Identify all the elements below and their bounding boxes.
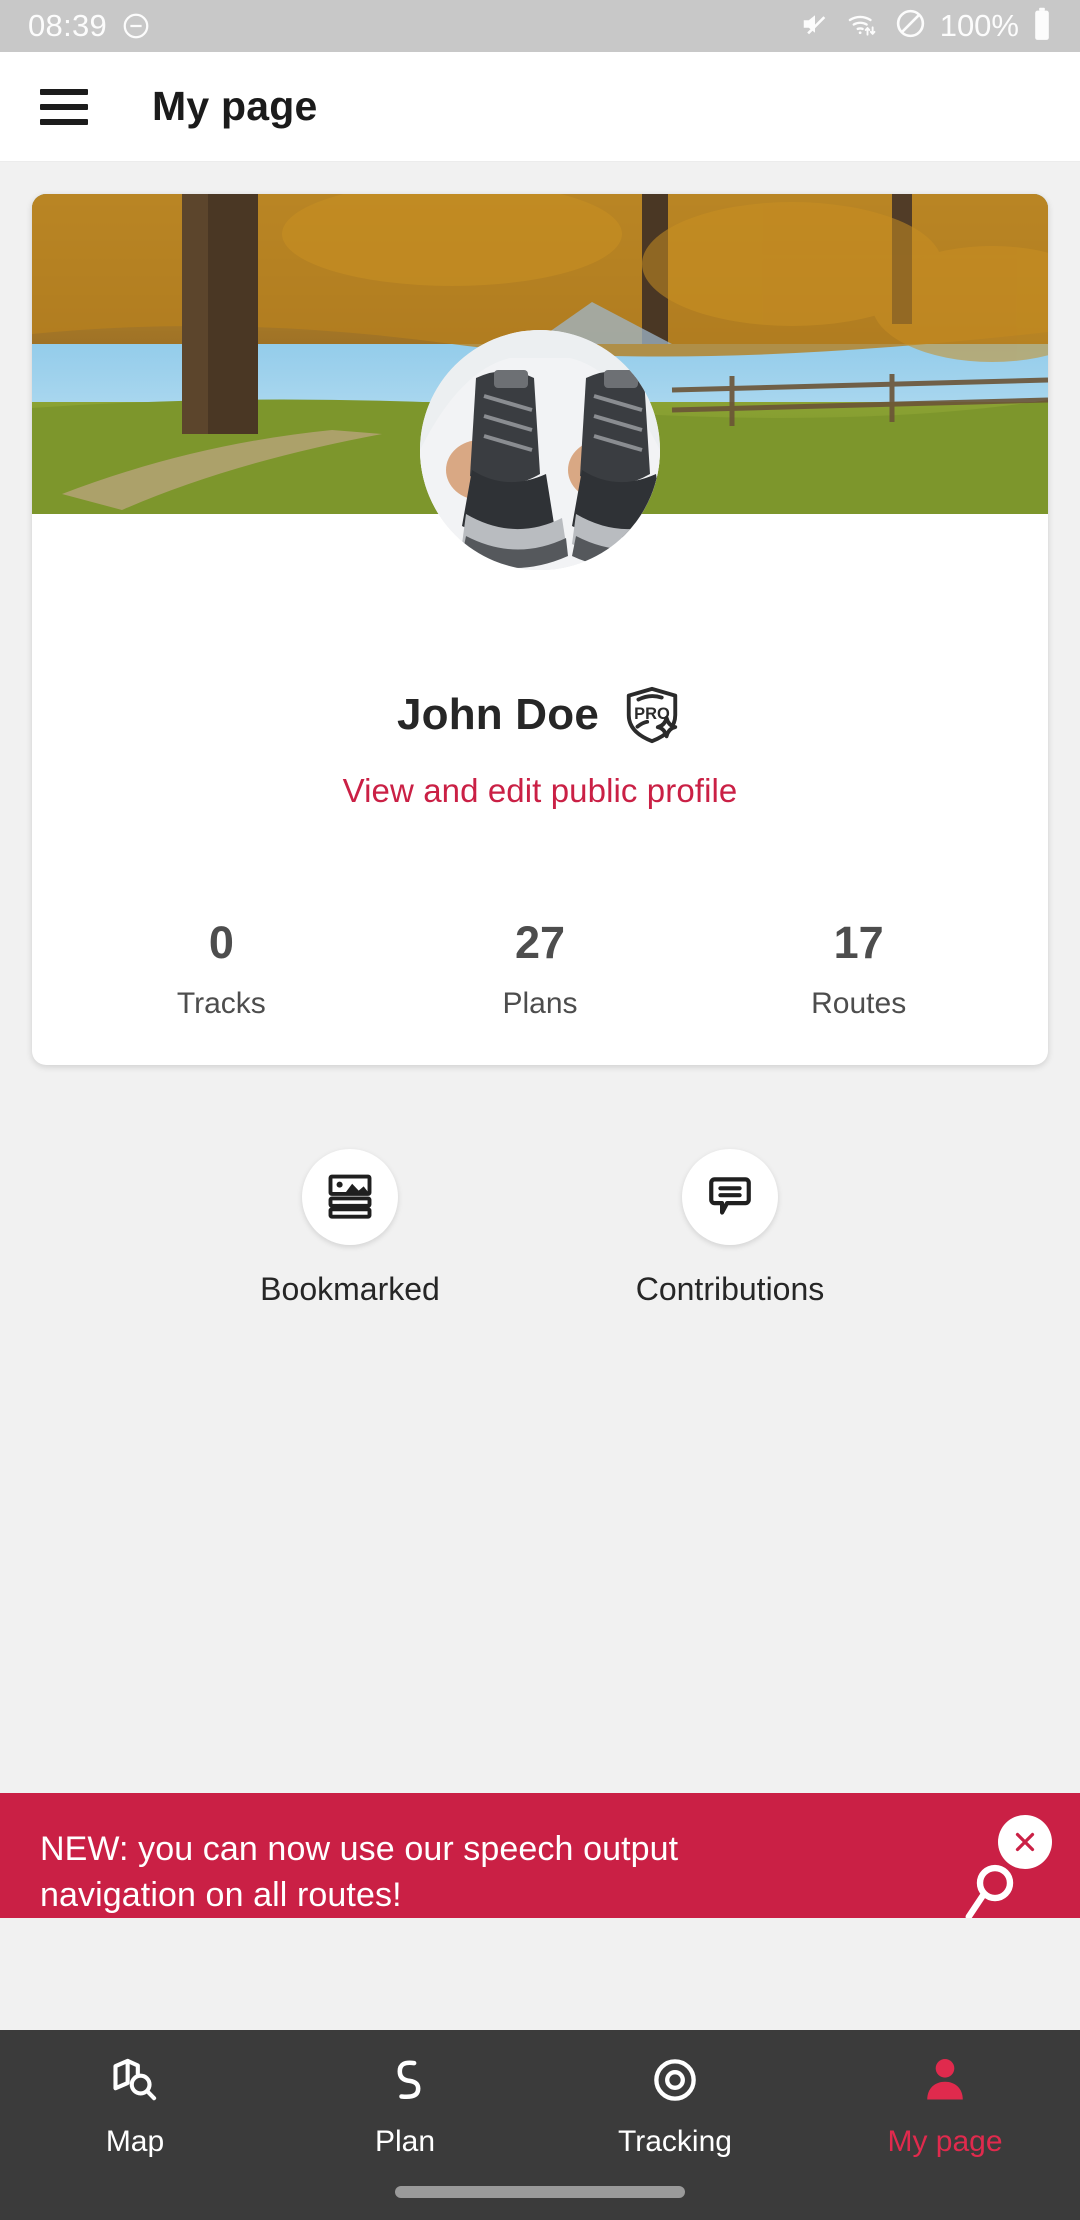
map-search-icon: [109, 2054, 161, 2111]
promo-banner[interactable]: NEW: you can now use our speech output n…: [0, 1793, 1080, 1918]
battery-percent: 100%: [939, 8, 1019, 43]
stat-label: Plans: [502, 987, 578, 1020]
bookmarked-list-icon: [324, 1169, 376, 1226]
stat-value: 17: [833, 917, 884, 968]
stat-label: Routes: [811, 987, 907, 1020]
stat-value: 0: [208, 917, 234, 968]
stat-label: Tracks: [176, 987, 266, 1020]
speaker-navigation-illustration: [950, 1853, 1040, 1918]
quick-action-label: Bookmarked: [260, 1271, 440, 1307]
battery-icon: [1032, 7, 1052, 46]
do-not-disturb-icon: [121, 11, 151, 41]
quick-action-bookmarked[interactable]: Bookmarked: [235, 1149, 465, 1308]
stat-routes[interactable]: 17 Routes: [699, 920, 1018, 1021]
speech-bubble-icon: [705, 1170, 755, 1225]
hamburger-menu-icon[interactable]: [40, 88, 88, 125]
stat-plans[interactable]: 27 Plans: [381, 920, 700, 1021]
nav-item-map[interactable]: Map: [0, 2054, 270, 2159]
nav-item-plan[interactable]: Plan: [270, 2054, 540, 2159]
pro-badge-icon: PRO: [621, 684, 683, 746]
profile-card: John Doe PRO View and edit public profil…: [32, 194, 1048, 1065]
quick-actions: Bookmarked Contributions: [0, 1149, 1080, 1308]
quick-action-label: Contributions: [635, 1271, 825, 1307]
avatar[interactable]: [420, 330, 660, 570]
main-content: John Doe PRO View and edit public profil…: [0, 162, 1080, 1918]
quick-action-circle: [302, 1149, 398, 1245]
quick-action-circle: [682, 1149, 778, 1245]
dnd-block-icon: [894, 7, 927, 45]
target-icon: [649, 2054, 701, 2111]
status-icons: 100%: [798, 7, 1052, 46]
status-time: 08:39: [28, 8, 108, 43]
stat-value: 27: [514, 917, 566, 968]
quick-action-contributions[interactable]: Contributions: [615, 1149, 845, 1308]
home-indicator[interactable]: [395, 2186, 685, 2198]
volume-mute-icon: [798, 9, 832, 44]
nav-item-label: Plan: [374, 2125, 436, 2158]
wifi-icon: [845, 9, 881, 44]
bottom-navigation: Map Plan Tracking My page: [0, 2030, 1080, 2220]
view-edit-profile-link[interactable]: View and edit public profile: [62, 772, 1018, 810]
profile-name: John Doe: [396, 690, 600, 739]
profile-details: John Doe PRO View and edit public profil…: [32, 514, 1048, 1065]
avatar-image: [420, 330, 660, 570]
app-screen: 08:39 100% My page John Doe PRO View and…: [0, 0, 1080, 2220]
nav-item-label: My page: [887, 2125, 1003, 2158]
status-bar: 08:39 100%: [0, 0, 1080, 52]
profile-stats: 0 Tracks 27 Plans 17 Routes: [62, 920, 1018, 1021]
route-path-icon: [379, 2054, 431, 2111]
nav-item-label: Map: [105, 2125, 165, 2158]
person-icon: [919, 2054, 971, 2111]
nav-item-label: Tracking: [618, 2125, 732, 2158]
page-title: My page: [152, 83, 318, 129]
app-bar: My page: [0, 52, 1080, 162]
stat-tracks[interactable]: 0 Tracks: [62, 920, 381, 1021]
promo-banner-text: NEW: you can now use our speech output n…: [40, 1830, 679, 1914]
nav-item-my-page[interactable]: My page: [810, 2054, 1080, 2159]
nav-item-tracking[interactable]: Tracking: [540, 2054, 810, 2159]
